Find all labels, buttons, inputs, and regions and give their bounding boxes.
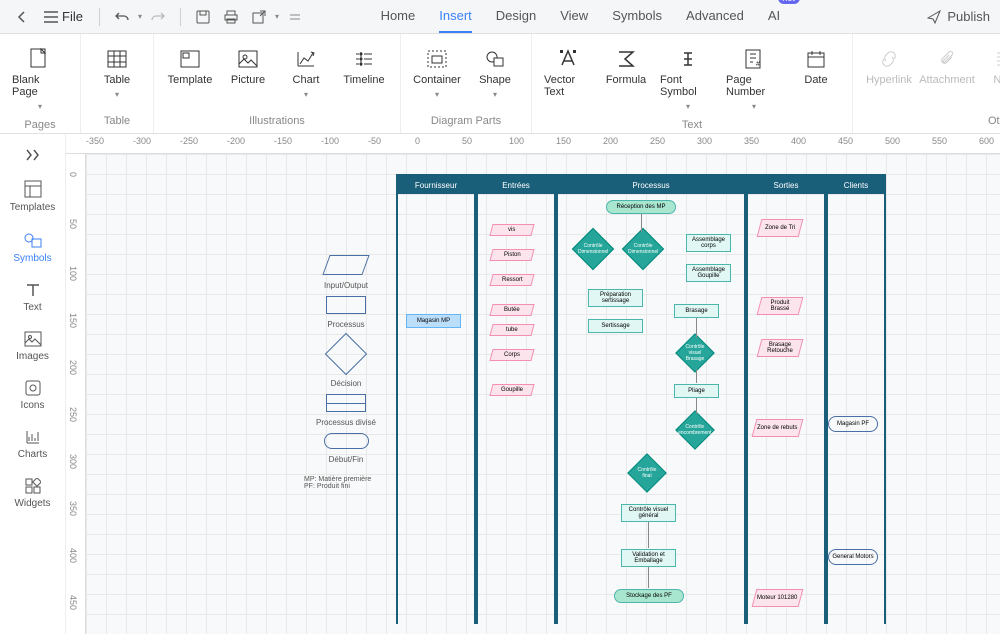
blank-page-button[interactable]: Blank Page▾ <box>10 44 70 115</box>
node-assc[interactable]: Assemblage corps <box>686 234 731 252</box>
side-panel: Templates Symbols Text Images Icons Char… <box>0 134 66 634</box>
file-menu[interactable]: File <box>38 5 89 28</box>
node-sert[interactable]: Sertissage <box>588 319 643 333</box>
group-others: Others <box>863 111 1000 129</box>
title-bar: File ▾ ▾ Home Insert Design View Symbols… <box>0 0 1000 34</box>
template-button[interactable]: Template <box>164 44 216 90</box>
formula-button[interactable]: Formula <box>600 44 652 90</box>
shape-palette: Input/Output Processus Décision Processu… <box>296 209 396 634</box>
canvas[interactable]: Input/Output Processus Décision Processu… <box>86 154 1000 634</box>
print-icon[interactable] <box>219 5 243 29</box>
node-tube[interactable]: tube <box>489 324 534 336</box>
font-symbol-button[interactable]: Font Symbol▾ <box>658 44 718 115</box>
tab-home[interactable]: Home <box>381 0 416 33</box>
node-valid[interactable]: Validation et Emballage <box>621 549 676 567</box>
container-button[interactable]: Container▾ <box>411 44 463 103</box>
note-button[interactable]: Note <box>979 44 1000 90</box>
palette-terminal[interactable] <box>324 433 369 449</box>
lane-sorties[interactable]: Sorties <box>746 176 826 624</box>
attachment-button[interactable]: Attachment <box>921 44 973 90</box>
palette-io[interactable] <box>322 255 369 275</box>
palette-process[interactable] <box>326 296 366 314</box>
side-charts[interactable]: Charts <box>0 421 65 468</box>
tab-view[interactable]: View <box>560 0 588 33</box>
side-widgets[interactable]: Widgets <box>0 470 65 517</box>
palette-decision[interactable] <box>325 333 367 375</box>
picture-button[interactable]: Picture <box>222 44 274 90</box>
node-magasin-mp[interactable]: Magasin MP <box>406 314 461 328</box>
node-assg[interactable]: Assemblage Goupille <box>686 264 731 282</box>
node-pliage[interactable]: Pliage <box>674 384 719 398</box>
tab-insert[interactable]: Insert <box>439 0 472 33</box>
page-number-button[interactable]: #Page Number▾ <box>724 44 784 115</box>
group-illustrations: Illustrations <box>164 111 390 129</box>
group-table: Table <box>91 111 143 129</box>
date-button[interactable]: Date <box>790 44 842 90</box>
node-brasage[interactable]: Brasage <box>674 304 719 318</box>
side-icons[interactable]: Icons <box>0 372 65 419</box>
node-stock[interactable]: Stockage des PF <box>614 589 684 603</box>
export-icon[interactable] <box>247 5 271 29</box>
palette-split[interactable] <box>326 394 366 412</box>
swimlane-diagram[interactable]: Fournisseur Entrées Processus Sorties Cl… <box>396 164 886 624</box>
undo-icon[interactable] <box>110 5 134 29</box>
file-label: File <box>62 9 83 24</box>
vector-text-button[interactable]: Vector Text <box>542 44 594 102</box>
node-butee[interactable]: Butée <box>489 304 534 316</box>
ruler-horizontal: -350-300-250-200-150-100-500501001502002… <box>66 134 1000 154</box>
tab-advanced[interactable]: Advanced <box>686 0 744 33</box>
publish-button[interactable]: Publish <box>927 9 990 24</box>
shape-button[interactable]: Shape▾ <box>469 44 521 103</box>
hyperlink-button[interactable]: Hyperlink <box>863 44 915 90</box>
node-zonetri[interactable]: Zone de Tri <box>757 219 804 237</box>
side-collapse[interactable] <box>0 140 65 170</box>
redo-icon[interactable] <box>146 5 170 29</box>
side-text[interactable]: Text <box>0 274 65 321</box>
svg-text:#: # <box>756 61 760 68</box>
node-ctrlvg[interactable]: Contrôle visuel général <box>621 504 676 522</box>
timeline-button[interactable]: Timeline <box>338 44 390 90</box>
tab-design[interactable]: Design <box>496 0 536 33</box>
node-gm[interactable]: General Motors <box>828 549 878 565</box>
ruler-vertical: 050100150200250300350400450 <box>66 154 86 634</box>
node-piston[interactable]: Piston <box>489 249 534 261</box>
tab-symbols[interactable]: Symbols <box>612 0 662 33</box>
node-zonerebut[interactable]: Zone de rebuts <box>752 419 804 437</box>
node-vis[interactable]: vis <box>489 224 534 236</box>
more-icon[interactable] <box>283 5 307 29</box>
group-pages: Pages <box>10 115 70 133</box>
back-icon[interactable] <box>10 5 34 29</box>
node-bretouche[interactable]: Brasage Retouche <box>757 339 804 357</box>
node-magpf[interactable]: Magasin PF <box>828 416 878 432</box>
lane-entrees[interactable]: Entrées <box>476 176 556 624</box>
save-icon[interactable] <box>191 5 215 29</box>
group-diagram: Diagram Parts <box>411 111 521 129</box>
side-symbols[interactable]: Symbols <box>0 223 65 272</box>
node-reception[interactable]: Réception des MP <box>606 200 676 214</box>
side-templates[interactable]: Templates <box>0 172 65 221</box>
node-pbrasse[interactable]: Produit Brassé <box>757 297 804 315</box>
menu-tabs: Home Insert Design View Symbols Advanced… <box>381 0 781 33</box>
side-images[interactable]: Images <box>0 323 65 370</box>
group-text: Text <box>542 115 842 133</box>
tab-ai[interactable]: AIhot <box>768 0 780 33</box>
node-goupille[interactable]: Goupille <box>489 384 534 396</box>
palette-footnote: MP: Matière première PF: Produit fini <box>304 476 388 490</box>
lane-fournisseur[interactable]: Fournisseur <box>396 176 476 624</box>
chart-button[interactable]: Chart▾ <box>280 44 332 103</box>
ribbon: Blank Page▾ Pages Table▾ Table Template … <box>0 34 1000 134</box>
node-ressort[interactable]: Ressort <box>489 274 534 286</box>
hot-badge: hot <box>778 0 801 4</box>
node-moteur[interactable]: Moteur 101280 <box>752 589 804 607</box>
node-corps[interactable]: Corps <box>489 349 534 361</box>
table-button[interactable]: Table▾ <box>91 44 143 103</box>
node-prep[interactable]: Préparation sertissage <box>588 289 643 307</box>
